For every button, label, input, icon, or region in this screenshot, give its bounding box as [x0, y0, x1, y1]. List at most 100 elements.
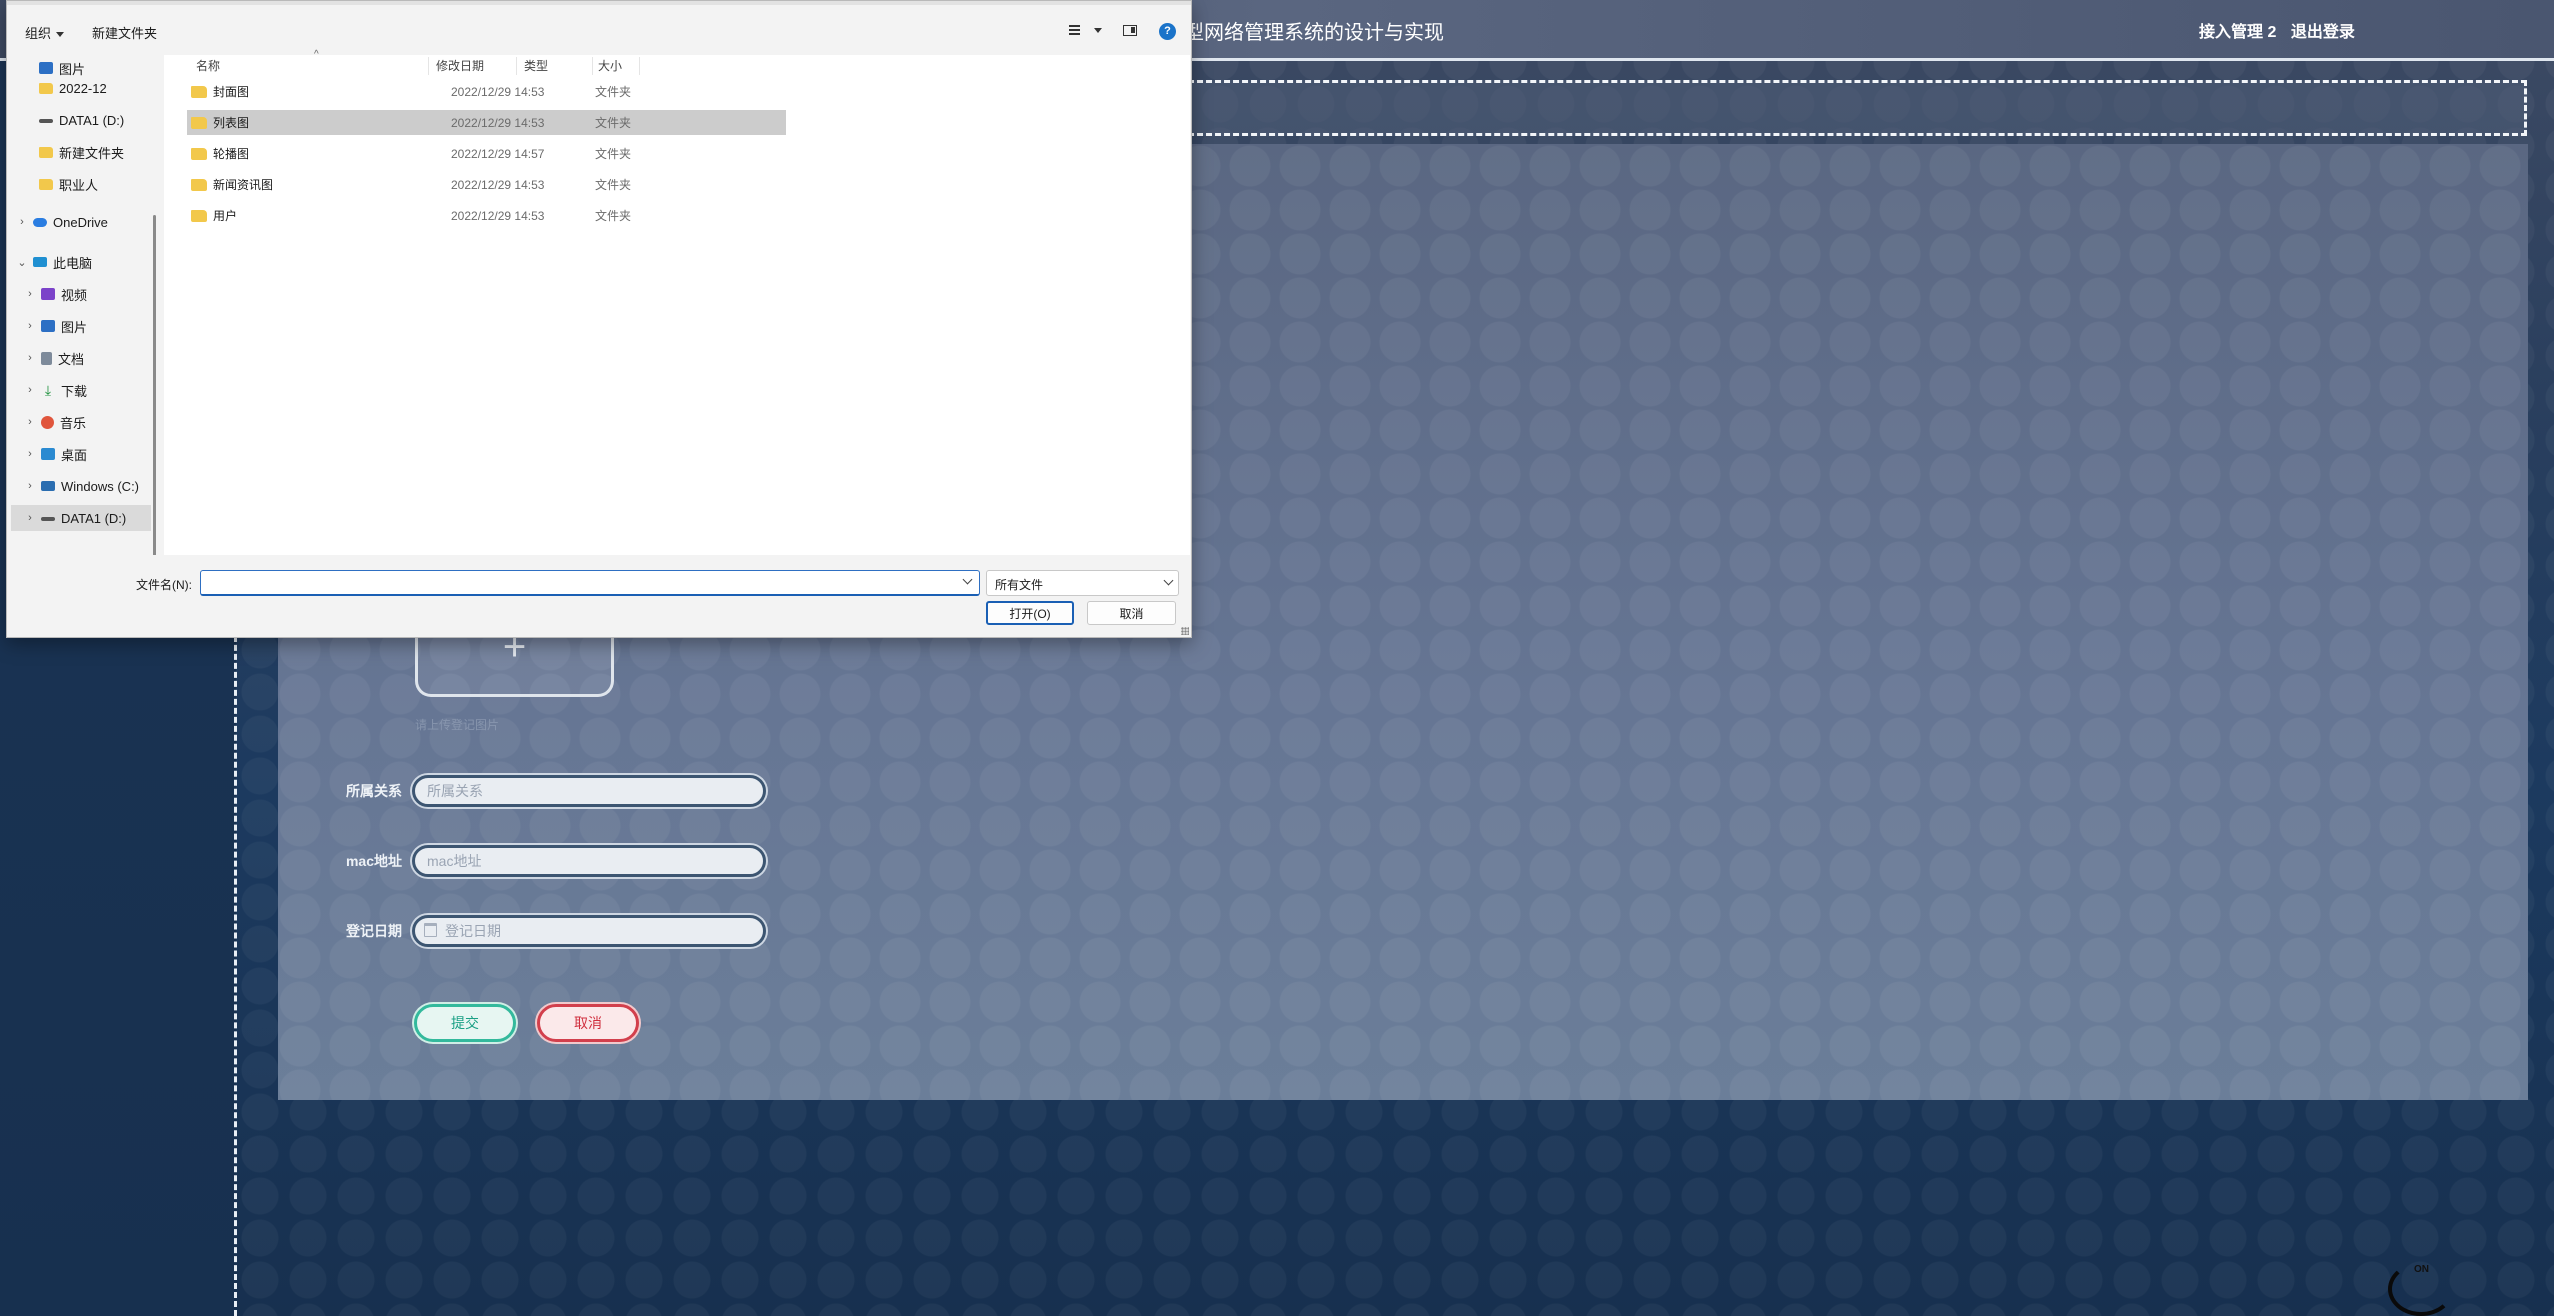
- filetype-value: 所有文件: [995, 578, 1044, 592]
- file-date: 2022/12/29 14:53: [451, 208, 545, 223]
- column-divider: [516, 57, 517, 75]
- nav-item-videos[interactable]: › 视频: [23, 281, 87, 307]
- column-header-size[interactable]: 大小: [598, 55, 622, 75]
- chevron-right-icon: ›: [28, 512, 32, 524]
- column-header-type[interactable]: 类型: [524, 55, 548, 75]
- folder-icon: [191, 116, 207, 129]
- nav-item-label: 视频: [61, 287, 88, 303]
- filetype-select[interactable]: 所有文件: [986, 570, 1179, 596]
- nav-item-label: 新建文件夹: [59, 145, 125, 161]
- breadcrumb-bar: [1188, 80, 2527, 136]
- file-row-news[interactable]: 新闻资讯图 2022/12/29 14:53 文件夹: [187, 172, 786, 197]
- file-row-carousel[interactable]: 轮播图 2022/12/29 14:57 文件夹: [187, 141, 786, 166]
- chevron-down-icon: ⌄: [17, 256, 27, 269]
- organize-label: 组织: [25, 26, 52, 41]
- nav-item-downloads[interactable]: › ⤓ 下载: [23, 377, 87, 403]
- column-header-date[interactable]: 修改日期: [436, 55, 484, 75]
- nav-item-data1[interactable]: › DATA1 (D:): [11, 505, 151, 531]
- dialog-cancel-button[interactable]: 取消: [1087, 601, 1176, 625]
- file-name: 封面图: [213, 85, 250, 99]
- nav-scrollbar[interactable]: [153, 215, 156, 555]
- chevron-right-icon: ›: [28, 448, 32, 460]
- music-icon: [41, 415, 54, 429]
- nav-item-label: OneDrive: [53, 214, 108, 230]
- chevron-right-icon: ›: [20, 216, 24, 228]
- chevron-down-icon: [1163, 575, 1174, 586]
- nav-item-this-pc[interactable]: ⌄ 此电脑: [15, 249, 92, 275]
- chevron-right-icon: ›: [28, 480, 32, 492]
- form-row-relation: 所属关系: [320, 775, 766, 807]
- file-type: 文件夹: [595, 178, 632, 192]
- nav-item-label: 音乐: [60, 415, 87, 431]
- onedrive-icon: [33, 217, 47, 227]
- form-row-date: 登记日期: [320, 915, 766, 947]
- nav-item-new-folder[interactable]: 新建文件夹: [35, 139, 124, 165]
- desktop-icon: [41, 448, 55, 460]
- corner-logo-text: ON: [2414, 1264, 2429, 1275]
- user-label: 接入管理 2: [2199, 24, 2277, 41]
- chevron-right-icon: ›: [28, 320, 32, 332]
- pictures-icon: [39, 62, 53, 74]
- computer-icon: [33, 257, 47, 267]
- date-label: 登记日期: [346, 923, 402, 939]
- file-row-cover[interactable]: 封面图 2022/12/29 14:53 文件夹: [187, 79, 786, 104]
- date-input[interactable]: [412, 915, 766, 947]
- relation-input[interactable]: [412, 775, 766, 807]
- upload-hint: 请上传登记图片: [415, 718, 500, 732]
- submit-button[interactable]: 提交: [414, 1004, 516, 1042]
- chevron-right-icon: ›: [28, 352, 32, 364]
- folder-icon: [39, 146, 53, 158]
- nav-item-label: Windows (C:): [61, 478, 140, 494]
- file-name: 用户: [213, 209, 238, 223]
- chevron-down-icon: [56, 32, 65, 38]
- cancel-button[interactable]: 取消: [537, 1004, 639, 1042]
- mac-input[interactable]: [412, 845, 766, 877]
- nav-item-label: 文档: [58, 351, 85, 367]
- folder-icon: [191, 209, 207, 222]
- file-row-list[interactable]: 列表图 2022/12/29 14:53 文件夹: [187, 110, 786, 135]
- logout-link[interactable]: 退出登录: [2291, 24, 2355, 41]
- nav-item-label: 此电脑: [53, 255, 93, 271]
- nav-item-2022-12[interactable]: 2022-12: [35, 75, 107, 101]
- folder-icon: [39, 82, 53, 94]
- open-button[interactable]: 打开(O): [986, 601, 1074, 625]
- folder-icon: [191, 85, 207, 98]
- file-row-users[interactable]: 用户 2022/12/29 14:53 文件夹: [187, 203, 786, 228]
- nav-item-pictures[interactable]: › 图片: [23, 313, 87, 339]
- new-folder-button[interactable]: 新建文件夹: [92, 23, 157, 42]
- nav-item-documents[interactable]: › 文档: [23, 345, 84, 371]
- column-divider: [639, 57, 640, 75]
- nav-item-label: 图片: [61, 319, 88, 335]
- nav-item-label: 2022-12: [59, 80, 107, 96]
- nav-item-music[interactable]: › 音乐: [23, 409, 86, 435]
- help-icon[interactable]: ?: [1159, 23, 1176, 40]
- corner-logo: ON: [2388, 1262, 2454, 1316]
- nav-item-windows-c[interactable]: › Windows (C:): [23, 473, 139, 499]
- navigation-pane: 图片 📌 2022-12 DATA1 (D:) 新建文件夹 职业人 › OneD…: [7, 55, 157, 555]
- preview-pane-icon[interactable]: [1123, 25, 1137, 36]
- view-options-button[interactable]: [1069, 23, 1102, 39]
- video-icon: [41, 288, 55, 300]
- filename-input[interactable]: [200, 570, 980, 596]
- file-date: 2022/12/29 14:53: [451, 115, 545, 130]
- nav-item-desktop[interactable]: › 桌面: [23, 441, 87, 467]
- file-name: 轮播图: [213, 147, 250, 161]
- resize-grip-icon[interactable]: [1181, 627, 1189, 635]
- nav-item-career[interactable]: 职业人: [35, 171, 98, 197]
- nav-item-onedrive[interactable]: › OneDrive: [15, 209, 108, 235]
- sort-ascending-icon: ^: [314, 49, 319, 60]
- file-type: 文件夹: [595, 147, 632, 161]
- file-date: 2022/12/29 14:53: [451, 84, 545, 99]
- nav-item-label: 职业人: [59, 177, 99, 193]
- list-view-icon: [1069, 25, 1080, 35]
- column-divider: [592, 57, 593, 75]
- organize-menu-button[interactable]: 组织: [25, 23, 65, 42]
- file-name: 列表图: [213, 116, 250, 130]
- date-picker: [412, 915, 766, 947]
- file-open-dialog: 组织 新建文件夹 ? 图片 📌 2022-12 DATA1 (D:) 新建文件夹: [6, 0, 1192, 638]
- column-header-name[interactable]: 名称: [196, 55, 220, 75]
- user-area: 接入管理 2 退出登录: [2199, 18, 2365, 42]
- nav-item-data1-pinned[interactable]: DATA1 (D:): [35, 107, 124, 133]
- chevron-right-icon: ›: [28, 384, 32, 396]
- relation-label: 所属关系: [346, 783, 402, 799]
